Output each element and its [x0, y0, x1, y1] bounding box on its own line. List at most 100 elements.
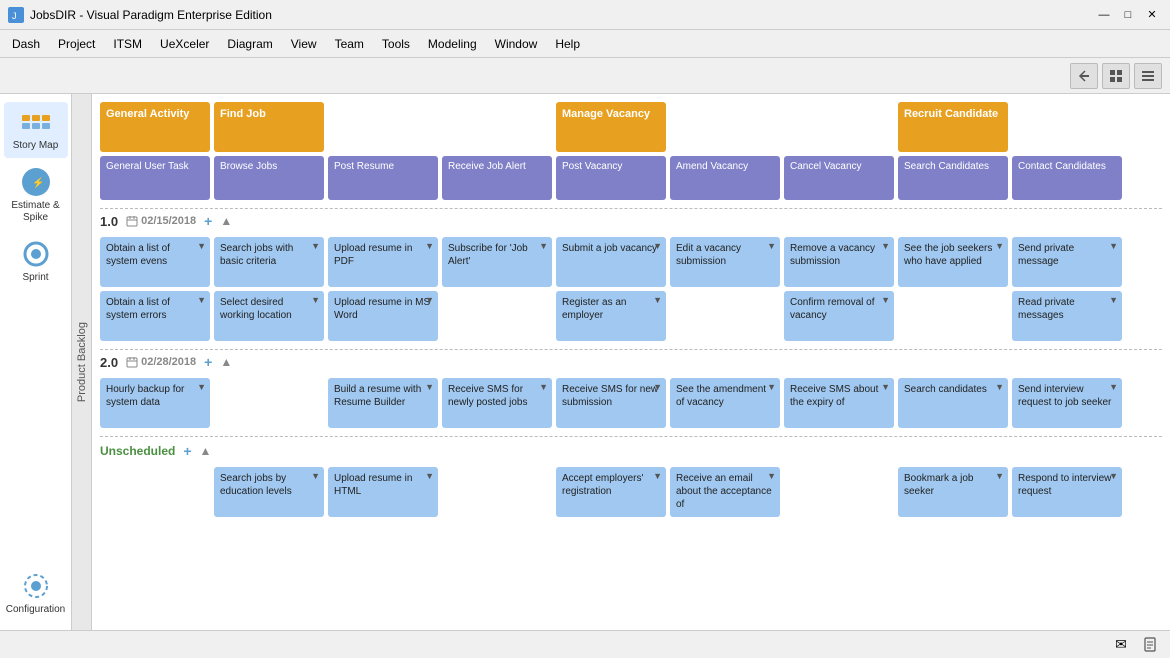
epic-row: General Activity Find Job Manage Vacancy… [100, 102, 1162, 152]
story-post-resume[interactable]: Post Resume [328, 156, 438, 200]
toolbar-grid-button[interactable] [1102, 63, 1130, 89]
estimate-icon: ⚡ [20, 168, 52, 196]
sidebar-item-sprint[interactable]: Sprint [4, 234, 68, 290]
svg-text:⚡: ⚡ [32, 176, 44, 189]
status-bar: ✉ [0, 630, 1170, 658]
task-sms-new-submission[interactable]: ▼ Receive SMS for new submission [556, 378, 666, 428]
sprint-1-row-2: ▼ Obtain a list of system errors ▼ Selec… [100, 291, 1162, 341]
unscheduled-add-button[interactable]: + [183, 443, 191, 459]
task-search-candidates[interactable]: ▼ Search candidates [898, 378, 1008, 428]
epic-empty-3 [670, 102, 780, 152]
sidebar-item-estimate[interactable]: ⚡ Estimate & Spike [4, 162, 68, 230]
sprint-1-tasks: ▼ Obtain a list of system evens ▼ Search… [100, 237, 1162, 341]
epic-manage-vacancy[interactable]: Manage Vacancy [556, 102, 666, 152]
epic-general-activity[interactable]: General Activity [100, 102, 210, 152]
story-contact-candidates[interactable]: Contact Candidates [1012, 156, 1122, 200]
task-search-education[interactable]: ▼ Search jobs by education levels [214, 467, 324, 517]
task-sms-posted[interactable]: ▼ Receive SMS for newly posted jobs [442, 378, 552, 428]
menu-team[interactable]: Team [327, 34, 372, 54]
story-browse-jobs[interactable]: Browse Jobs [214, 156, 324, 200]
sprint-2-version: 2.0 [100, 355, 118, 370]
task-respond-interview[interactable]: ▼ Respond to interview request [1012, 467, 1122, 517]
epic-empty-5 [1012, 102, 1122, 152]
status-doc-icon[interactable] [1140, 634, 1162, 656]
sprint-1-collapse-button[interactable]: ▲ [220, 214, 232, 228]
menu-dash[interactable]: Dash [4, 34, 48, 54]
sidebar-item-story-map[interactable]: Story Map [4, 102, 68, 158]
task-select-location[interactable]: ▼ Select desired working location [214, 291, 324, 341]
sprint-2-add-button[interactable]: + [204, 354, 212, 370]
menu-uexceler[interactable]: UeXceler [152, 34, 217, 54]
sprint-2-tasks: ▼ Hourly backup for system data ▼ Build … [100, 378, 1162, 428]
sprint-1: 1.0 02/15/2018 + ▲ ▼ Obtai [100, 208, 1162, 341]
task-register-employer[interactable]: ▼ Register as an employer [556, 291, 666, 341]
menu-help[interactable]: Help [547, 34, 588, 54]
task-obtain-system-evens[interactable]: ▼ Obtain a list of system evens [100, 237, 210, 287]
menu-tools[interactable]: Tools [374, 34, 418, 54]
sprint-1-header: 1.0 02/15/2018 + ▲ [100, 208, 1162, 233]
task-obtain-system-errors[interactable]: ▼ Obtain a list of system errors [100, 291, 210, 341]
sprint-2-collapse-button[interactable]: ▲ [220, 355, 232, 369]
epic-empty-1 [328, 102, 438, 152]
title-bar: J JobsDIR - Visual Paradigm Enterprise E… [0, 0, 1170, 30]
task-send-private[interactable]: ▼ Send private message [1012, 237, 1122, 287]
minimize-button[interactable]: — [1094, 5, 1114, 25]
task-sms-expiry[interactable]: ▼ Receive SMS about the expiry of [784, 378, 894, 428]
task-build-resume[interactable]: ▼ Build a resume with Resume Builder [328, 378, 438, 428]
story-post-vacancy[interactable]: Post Vacancy [556, 156, 666, 200]
task-submit-vacancy[interactable]: ▼ Submit a job vacancy [556, 237, 666, 287]
task-see-seekers[interactable]: ▼ See the job seekers who have applied [898, 237, 1008, 287]
task-upload-html[interactable]: ▼ Upload resume in HTML [328, 467, 438, 517]
main-layout: Story Map ⚡ Estimate & Spike Sprint [0, 94, 1170, 630]
menu-modeling[interactable]: Modeling [420, 34, 485, 54]
task-remove-vacancy[interactable]: ▼ Remove a vacancy submission [784, 237, 894, 287]
task-search-basic[interactable]: ▼ Search jobs with basic criteria [214, 237, 324, 287]
epic-recruit-candidate[interactable]: Recruit Candidate [898, 102, 1008, 152]
task-upload-pdf[interactable]: ▼ Upload resume in PDF [328, 237, 438, 287]
sprint-1-add-button[interactable]: + [204, 213, 212, 229]
task-bookmark-seeker[interactable]: ▼ Bookmark a job seeker [898, 467, 1008, 517]
sidebar-label-sprint: Sprint [22, 272, 48, 284]
story-receive-job-alert[interactable]: Receive Job Alert [442, 156, 552, 200]
epic-find-job[interactable]: Find Job [214, 102, 324, 152]
task-confirm-removal[interactable]: ▼ Confirm removal of vacancy [784, 291, 894, 341]
sidebar-label-config: Configuration [6, 604, 65, 616]
menu-project[interactable]: Project [50, 34, 103, 54]
story-general-user-task[interactable]: General User Task [100, 156, 210, 200]
task-subscribe-alert[interactable]: ▼ Subscribe for 'Job Alert' [442, 237, 552, 287]
menu-view[interactable]: View [283, 34, 325, 54]
app-title: JobsDIR - Visual Paradigm Enterprise Edi… [30, 8, 272, 22]
story-amend-vacancy[interactable]: Amend Vacancy [670, 156, 780, 200]
sidebar: Story Map ⚡ Estimate & Spike Sprint [0, 94, 72, 630]
sidebar-label-estimate: Estimate & Spike [8, 200, 64, 224]
unscheduled-section: Unscheduled + ▲ ▼ Search jobs by educati… [100, 436, 1162, 517]
backlog-area[interactable]: General Activity Find Job Manage Vacancy… [92, 94, 1170, 630]
task-see-amendment[interactable]: ▼ See the amendment of vacancy [670, 378, 780, 428]
status-mail-icon[interactable]: ✉ [1110, 634, 1132, 656]
close-button[interactable]: ✕ [1142, 5, 1162, 25]
menu-diagram[interactable]: Diagram [219, 34, 280, 54]
task-edit-vacancy[interactable]: ▼ Edit a vacancy submission [670, 237, 780, 287]
vertical-label-container: Product Backlog [72, 94, 92, 630]
menu-window[interactable]: Window [487, 34, 546, 54]
unscheduled-label: Unscheduled [100, 444, 175, 458]
svg-text:J: J [12, 11, 17, 21]
task-hourly-backup[interactable]: ▼ Hourly backup for system data [100, 378, 210, 428]
content-area: Product Backlog General Activity Find Jo… [72, 94, 1170, 630]
story-search-candidates[interactable]: Search Candidates [898, 156, 1008, 200]
task-accept-employers[interactable]: ▼ Accept employers' registration [556, 467, 666, 517]
task-upload-msword[interactable]: ▼ Upload resume in MS Word [328, 291, 438, 341]
story-grid: General Activity Find Job Manage Vacancy… [92, 94, 1170, 533]
sprint-2: 2.0 02/28/2018 + ▲ ▼ Hourly backup for [100, 349, 1162, 428]
toolbar-layout-button[interactable] [1134, 63, 1162, 89]
unscheduled-collapse-button[interactable]: ▲ [200, 444, 212, 458]
menu-itsm[interactable]: ITSM [105, 34, 150, 54]
story-cancel-vacancy[interactable]: Cancel Vacancy [784, 156, 894, 200]
task-send-interview[interactable]: ▼ Send interview request to job seeker [1012, 378, 1122, 428]
task-read-private[interactable]: ▼ Read private messages [1012, 291, 1122, 341]
maximize-button[interactable]: □ [1118, 5, 1138, 25]
toolbar-back-button[interactable] [1070, 63, 1098, 89]
story-row: General User Task Browse Jobs Post Resum… [100, 156, 1162, 200]
sidebar-item-config[interactable]: Configuration [4, 566, 68, 622]
task-receive-email[interactable]: ▼ Receive an email about the acceptance … [670, 467, 780, 517]
